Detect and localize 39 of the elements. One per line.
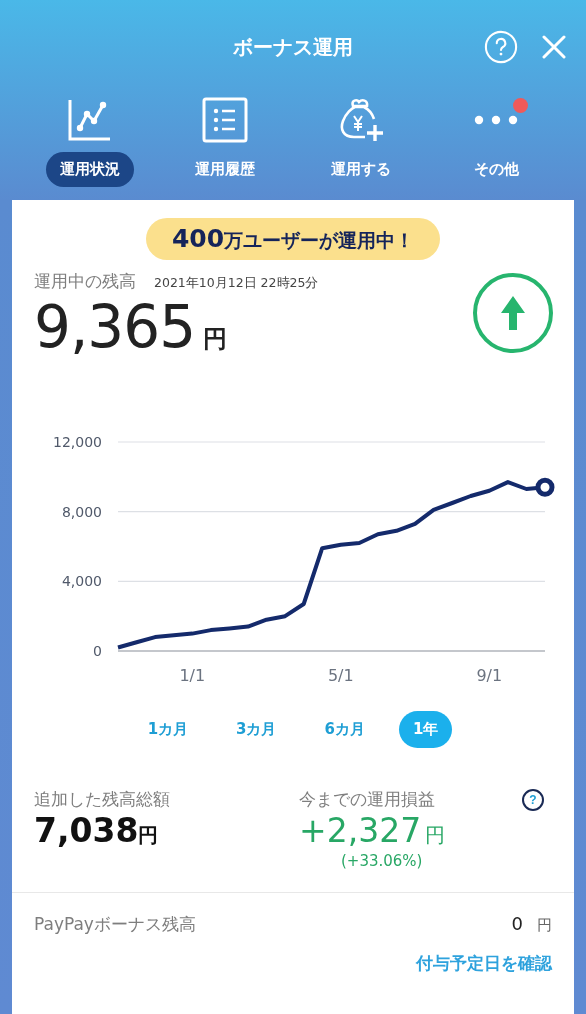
help-button[interactable]: ? (522, 788, 544, 811)
x-axis-label: 1/1 (179, 666, 206, 685)
current-point (535, 477, 555, 497)
screen-title: ボーナス運用 (233, 33, 353, 61)
period-tab[interactable]: 1年 (398, 711, 453, 748)
nav-tab[interactable]: 運用状況 (29, 94, 150, 200)
profit-label: 今までの運用損益 (299, 788, 435, 811)
list-icon (202, 97, 249, 143)
check-date-link[interactable]: 付与予定日を確認 (416, 952, 552, 975)
bonus-balance-label: PayPayボーナス残高 (34, 913, 197, 936)
period-tab[interactable]: 6カ月 (310, 711, 379, 748)
currency-unit: 円 (425, 822, 446, 849)
period-tab[interactable]: 1カ月 (133, 711, 203, 748)
x-axis-label: 5/1 (327, 666, 354, 685)
help-icon[interactable] (484, 30, 518, 64)
nav-tab[interactable]: 運用履歴 (165, 94, 286, 200)
line-chart-icon (66, 98, 113, 142)
y-axis-label: 8,000 (61, 503, 102, 520)
x-axis-label: 9/1 (476, 666, 503, 685)
y-axis-label: 4,000 (61, 573, 102, 590)
profit-percent: (+33.06%) (341, 852, 424, 870)
balance-label: 運用中の残高 (34, 270, 136, 293)
more-icon (473, 113, 520, 127)
profit-amount: +2,327 (299, 811, 422, 850)
users-banner: 400万ユーザーが運用中！ (145, 218, 441, 260)
nav-tab[interactable]: その他 (436, 94, 557, 200)
currency-unit: 円 (203, 324, 228, 355)
nav-tab[interactable]: 運用する (300, 94, 421, 200)
timestamp: 2021年10月12日 22時25分 (154, 275, 319, 292)
balance-amount: 9,365 (34, 293, 196, 361)
close-icon[interactable] (542, 35, 566, 59)
added-total-amount: 7,038 (34, 811, 139, 850)
currency-unit: 円 (537, 916, 552, 935)
y-axis-label: 0 (93, 643, 102, 659)
bonus-balance-amount: 0 (511, 913, 523, 934)
currency-unit: 円 (138, 822, 159, 849)
period-tab[interactable]: 3カ月 (222, 711, 291, 748)
y-axis-label: 12,000 (53, 434, 102, 450)
added-total-label: 追加した残高総額 (34, 788, 171, 811)
